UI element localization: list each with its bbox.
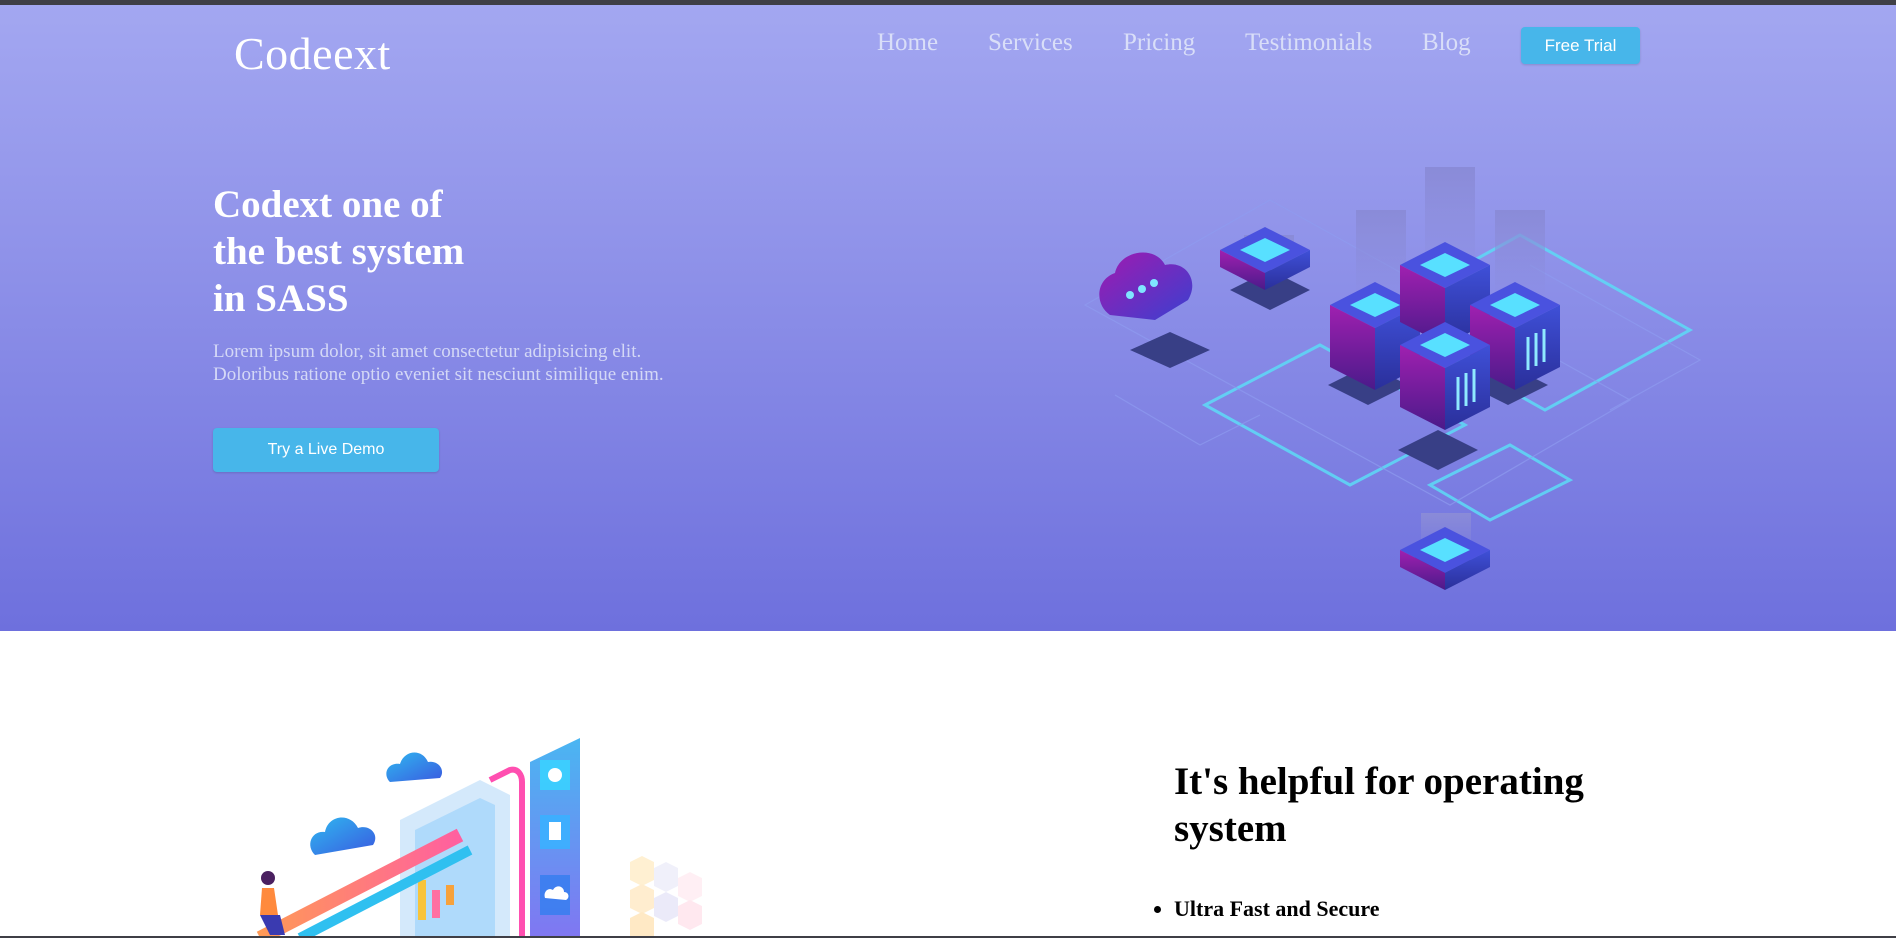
- person-figure: [260, 871, 285, 935]
- gear-icon: [548, 768, 562, 782]
- server-network-illustration: [1083, 167, 1702, 590]
- live-demo-button[interactable]: Try a Live Demo: [213, 428, 439, 472]
- hero-section: Codeext Home Services Pricing Testimonia…: [0, 5, 1896, 631]
- nav-link-services[interactable]: Services: [988, 29, 1073, 57]
- hero-title-line: Codext one of: [213, 183, 443, 226]
- feature-title-line: It's helpful for operating: [1174, 760, 1584, 803]
- feature-title: It's helpful for operating system: [1174, 758, 1634, 852]
- nav-link-blog[interactable]: Blog: [1422, 29, 1471, 57]
- hero-description: Lorem ipsum dolor, sit amet consectetur …: [213, 341, 664, 385]
- free-trial-button[interactable]: Free Trial: [1521, 27, 1640, 64]
- feature-list: Ultra Fast and Secure: [1153, 896, 1380, 922]
- nav-link-testimonials[interactable]: Testimonials: [1245, 29, 1372, 57]
- cloud-icon: [386, 752, 443, 782]
- hero-title-line: the best system: [213, 230, 465, 273]
- hero-title-line: in SASS: [213, 277, 349, 320]
- analytics-illustration: [256, 738, 702, 938]
- nav-link-home[interactable]: Home: [877, 29, 938, 57]
- hero-title: Codext one of the best system in SASS: [213, 181, 533, 322]
- brand-logo[interactable]: Codeext: [234, 27, 391, 80]
- nav-link-pricing[interactable]: Pricing: [1123, 29, 1195, 57]
- list-item: Ultra Fast and Secure: [1174, 896, 1380, 922]
- cloud-icon: [1099, 252, 1193, 320]
- cloud-icon: [310, 817, 376, 855]
- document-icon: [549, 822, 561, 840]
- feature-title-line: system: [1174, 807, 1287, 850]
